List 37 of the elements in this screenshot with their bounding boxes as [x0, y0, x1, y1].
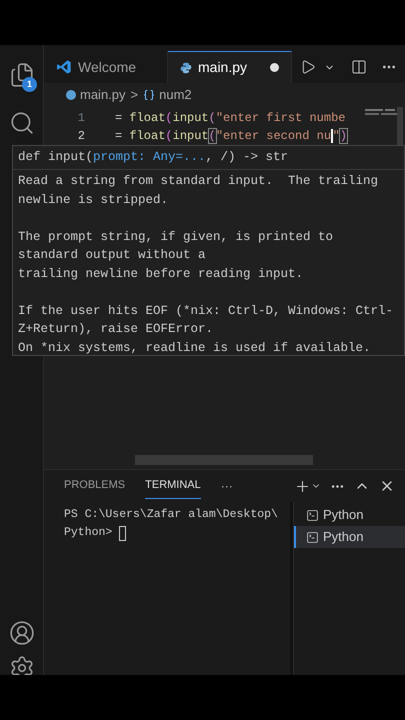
- terminal-line: Python>: [64, 525, 114, 542]
- breadcrumb-item[interactable]: num2: [143, 85, 192, 105]
- variable-icon: [143, 89, 156, 101]
- terminal-cursor: [119, 526, 126, 540]
- doc-text: standard output without a: [18, 247, 207, 264]
- line-number: 2: [76, 128, 85, 145]
- doc-text: On *nix systems, readline is used if available.: [18, 340, 372, 356]
- doc-text: If the user hits EOF (*nix: Ctrl-D, Windows: Ctrl-: [18, 302, 394, 320]
- doc-text: trailing newline before reading input.: [18, 266, 304, 282]
- account-icon[interactable]: [8, 620, 34, 646]
- doc-text: The prompt string, if given, is printed to: [18, 228, 334, 246]
- terminal-line: PS C:\Users\Zafar alam\Desktop\: [64, 507, 278, 524]
- breadcrumb-separator: >: [130, 86, 138, 104]
- split-editor-icon[interactable]: [351, 59, 367, 75]
- doc-text: Read a string from standard input. The trailing: [18, 173, 380, 190]
- breadcrumb-item[interactable]: main.py: [66, 85, 126, 105]
- panel-tab[interactable]: PROBLEMS: [64, 473, 126, 499]
- gear-icon[interactable]: [8, 655, 34, 675]
- vscode-logo-icon: [56, 59, 72, 75]
- panel-tab[interactable]: TERMINAL: [145, 473, 201, 499]
- files-icon[interactable]: [8, 62, 34, 88]
- notification-badge: 1: [22, 77, 37, 92]
- more-tabs-button[interactable]: ···: [220, 477, 233, 495]
- editor-tab[interactable]: main.py: [168, 51, 292, 83]
- code-line: = float(input("enter first numbe: [115, 110, 346, 127]
- code-line: = float(input("enter second nu"): [115, 128, 347, 145]
- function-signature: def input(prompt: Any=..., /) -> str: [13, 146, 404, 170]
- terminal-list-item[interactable]: Python: [294, 504, 405, 526]
- terminal-icon: [306, 508, 319, 522]
- doc-text: Z+Return), raise EOFError.: [18, 321, 214, 338]
- line-number: 1: [76, 110, 85, 127]
- horizontal-scrollbar[interactable]: [135, 455, 313, 465]
- doc-text: newline is stripped.: [18, 192, 170, 208]
- run-icon[interactable]: [300, 59, 316, 75]
- terminal-list-item[interactable]: Python: [294, 526, 405, 548]
- terminal-icon: [306, 530, 319, 544]
- search-icon[interactable]: [8, 110, 34, 136]
